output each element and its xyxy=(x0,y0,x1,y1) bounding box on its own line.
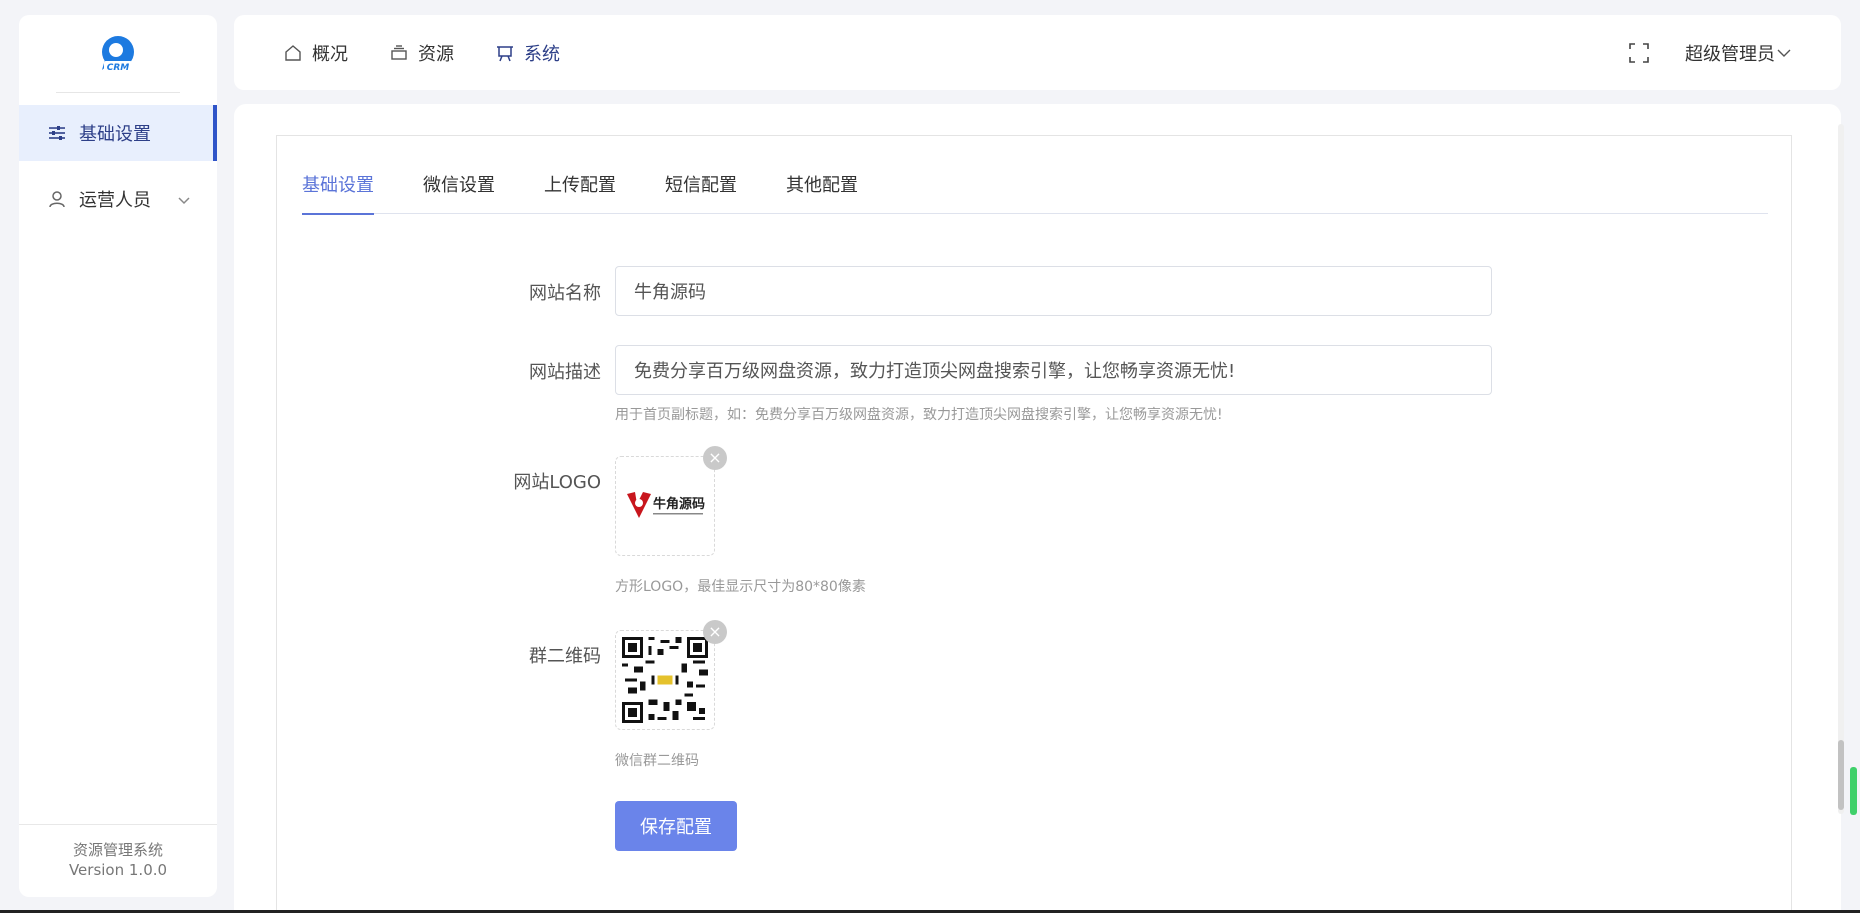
save-config-button[interactable]: 保存配置 xyxy=(615,801,737,851)
app-logo[interactable]: CRM xyxy=(19,15,217,92)
scroll-indicator xyxy=(1850,767,1857,815)
tab-wechat-settings[interactable]: 微信设置 xyxy=(423,172,495,214)
crm-logo-icon: CRM xyxy=(102,35,134,73)
tab-basic-settings[interactable]: 基础设置 xyxy=(302,172,374,215)
sidebar-item-label: 运营人员 xyxy=(79,190,151,211)
site-name-label: 网站名称 xyxy=(529,283,601,304)
sidebar-footer: 资源管理系统 Version 1.0.0 xyxy=(19,824,217,897)
tab-sms-config[interactable]: 短信配置 xyxy=(665,172,737,214)
chevron-down-icon xyxy=(1777,49,1791,57)
fullscreen-icon[interactable] xyxy=(1629,42,1649,63)
chevron-down-icon xyxy=(177,189,191,210)
nav-item-label: 资源 xyxy=(418,43,454,65)
settings-card: 基础设置 微信设置 上传配置 短信配置 其他配置 网站名称 牛角源码 网站描述 … xyxy=(276,135,1792,913)
top-nav: 概况 资源 系统 xyxy=(284,15,602,90)
version-label: Version 1.0.0 xyxy=(68,861,168,879)
qr-code-image xyxy=(622,637,708,723)
remove-qr-button[interactable]: × xyxy=(703,620,727,644)
home-icon xyxy=(284,44,302,62)
sidebar-item-basic-settings[interactable]: 基础设置 xyxy=(19,105,217,161)
nav-item-overview[interactable]: 概况 xyxy=(284,40,348,66)
site-desc-label: 网站描述 xyxy=(529,362,601,383)
top-header: 概况 资源 系统 超级管理员 xyxy=(234,15,1841,90)
logo-divider xyxy=(56,92,180,93)
remove-logo-button[interactable]: × xyxy=(703,446,727,470)
main-panel: 基础设置 微信设置 上传配置 短信配置 其他配置 网站名称 牛角源码 网站描述 … xyxy=(234,104,1841,913)
nav-item-system[interactable]: 系统 xyxy=(496,40,560,66)
qr-code-upload[interactable] xyxy=(615,630,715,730)
svg-text:牛角源码: 牛角源码 xyxy=(653,496,705,512)
user-menu[interactable]: 超级管理员 xyxy=(1685,40,1791,66)
tab-other-config[interactable]: 其他配置 xyxy=(786,172,858,214)
sidebar-item-operators[interactable]: 运营人员 xyxy=(19,171,217,227)
qr-code-label: 群二维码 xyxy=(529,646,601,667)
tab-upload-config[interactable]: 上传配置 xyxy=(544,172,616,214)
sidebar-item-label: 基础设置 xyxy=(79,124,151,145)
qr-code-hint: 微信群二维码 xyxy=(615,753,699,769)
site-desc-input[interactable]: 免费分享百万级网盘资源，致力打造顶尖网盘搜索引擎，让您畅享资源无忧! xyxy=(615,345,1492,395)
layers-icon xyxy=(390,44,408,62)
scrollbar-track[interactable] xyxy=(1838,124,1844,814)
site-name-input[interactable]: 牛角源码 xyxy=(615,266,1492,316)
nav-item-resources[interactable]: 资源 xyxy=(390,40,454,66)
user-name: 超级管理员 xyxy=(1685,43,1775,65)
nav-item-label: 系统 xyxy=(524,43,560,65)
scrollbar-thumb[interactable] xyxy=(1838,740,1844,810)
sliders-icon xyxy=(47,123,67,143)
user-icon xyxy=(47,189,67,209)
logo-upload[interactable]: 牛角源码 xyxy=(615,456,715,556)
sidebar: CRM 基础设置 运营人员 资源管理系统 Version 1.0.0 xyxy=(19,15,217,897)
site-logo-label: 网站LOGO xyxy=(513,472,601,493)
svg-text:CRM: CRM xyxy=(107,63,130,73)
logo-preview-image: 牛角源码 xyxy=(627,492,705,518)
system-name: 资源管理系统 xyxy=(72,841,163,859)
site-logo-hint: 方形LOGO，最佳显示尺寸为80*80像素 xyxy=(615,579,866,595)
header-right: 超级管理员 xyxy=(1629,15,1791,90)
site-desc-hint: 用于首页副标题，如：免费分享百万级网盘资源，致力打造顶尖网盘搜索引擎，让您畅享资… xyxy=(615,407,1223,423)
nav-item-label: 概况 xyxy=(312,43,348,65)
monitor-icon xyxy=(496,44,514,62)
settings-tabs: 基础设置 微信设置 上传配置 短信配置 其他配置 xyxy=(302,172,1768,215)
